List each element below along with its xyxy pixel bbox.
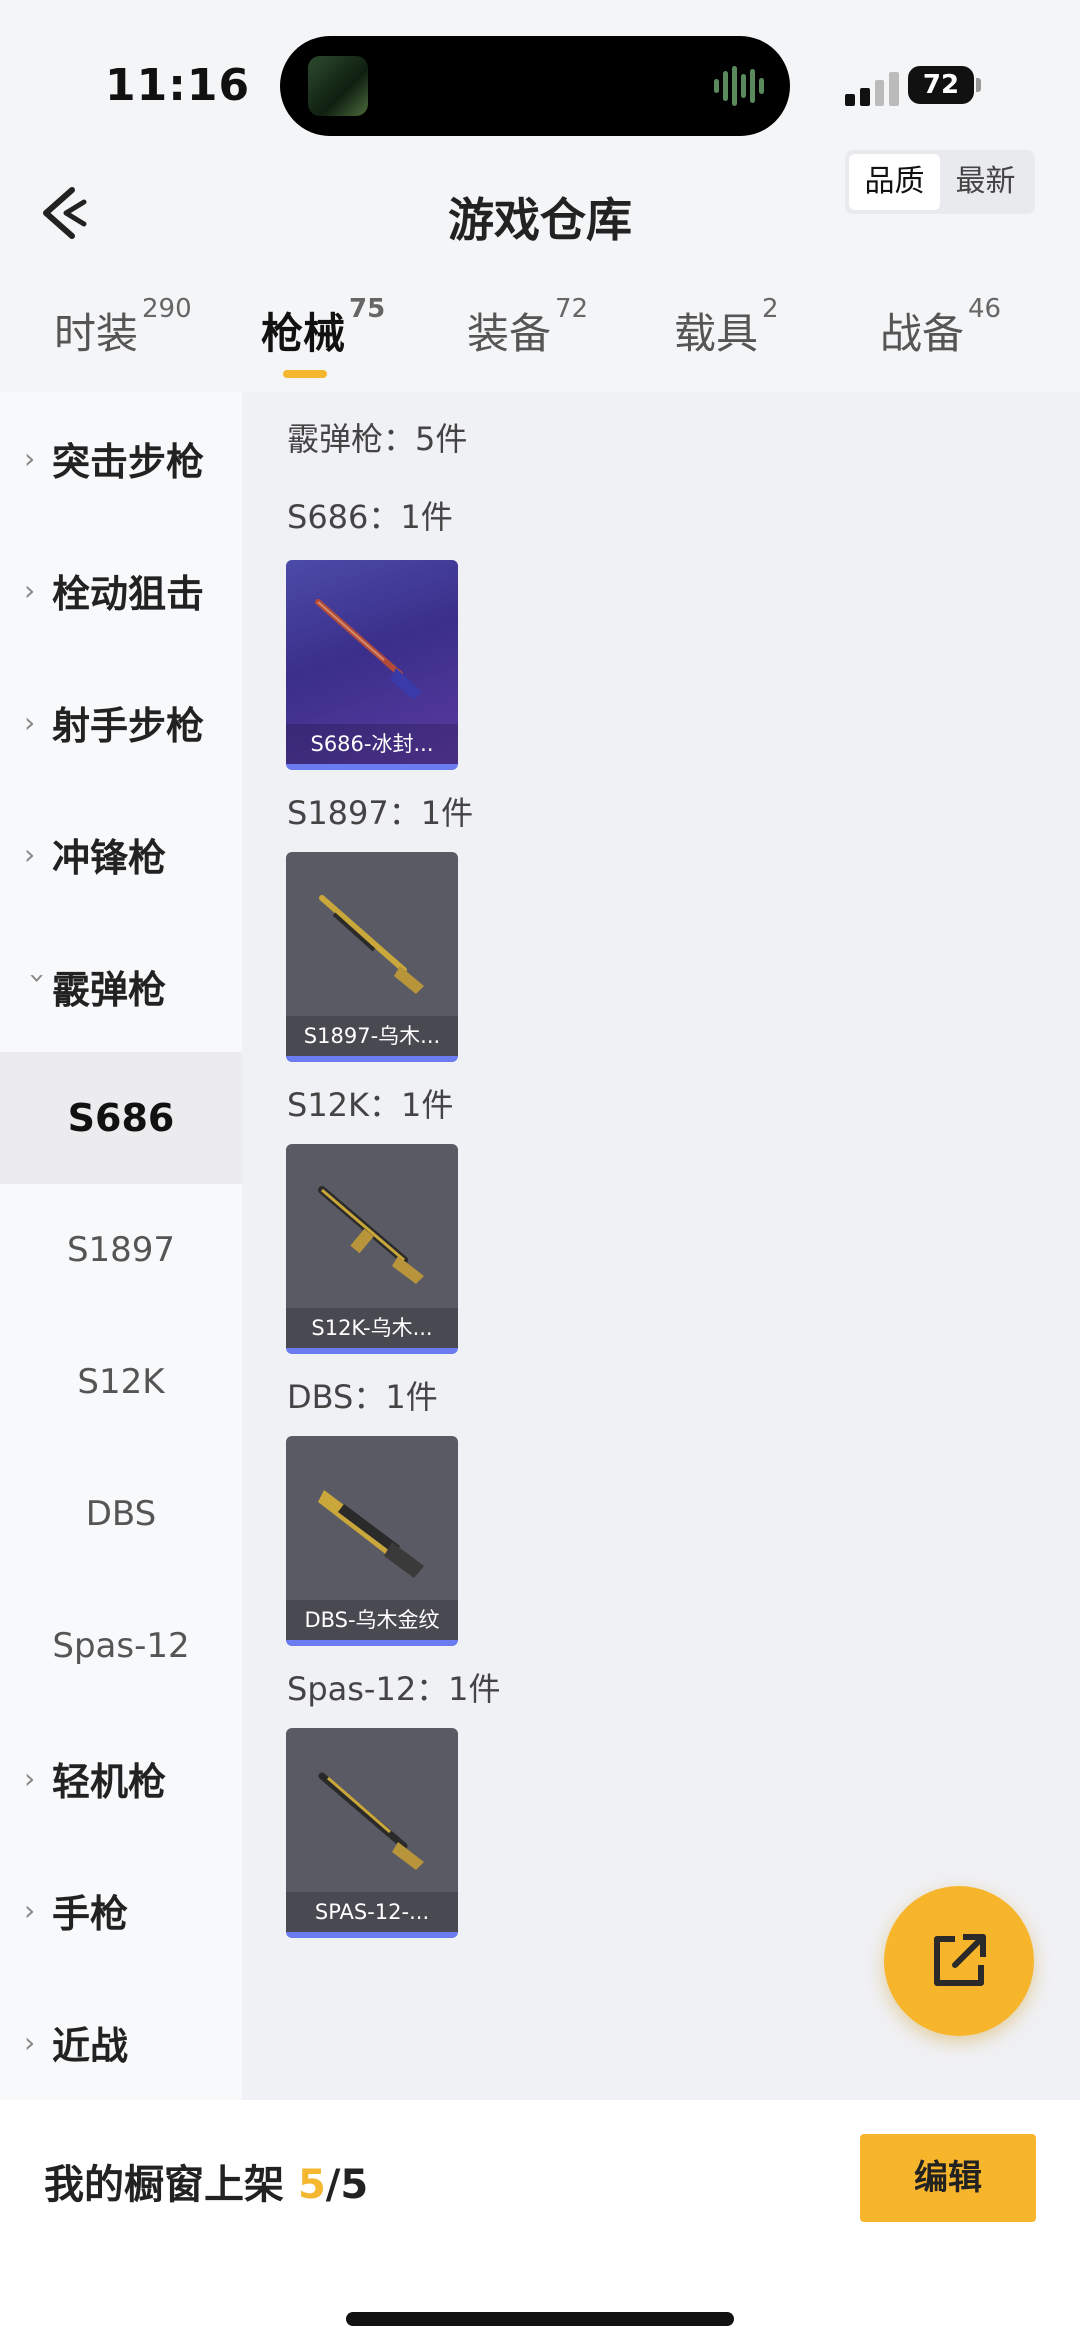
shotgun-image — [318, 1186, 424, 1284]
tab-combat-supplies[interactable]: 战备 46 — [880, 294, 1001, 361]
showcase-status: 我的橱窗上架 5/5 — [44, 2162, 369, 2208]
tab-fashion[interactable]: 时装 290 — [54, 294, 192, 361]
chevron-right-icon: › — [24, 705, 36, 739]
item-card-label: DBS-乌木金纹 — [286, 1600, 458, 1640]
item-card-s1897[interactable]: S1897-乌木... — [286, 852, 458, 1062]
audio-wave-icon — [714, 64, 768, 108]
item-card-dbs[interactable]: DBS-乌木金纹 — [286, 1436, 458, 1646]
category-sidebar: › 突击步枪 › 栓动狙击 › 射手步枪 › 冲锋枪 › 霰弹枪 S686 S1897 S… — [0, 392, 242, 2100]
sidebar-subitem-spas12[interactable]: Spas-12 — [0, 1580, 242, 1712]
status-time: 11:16 — [105, 60, 251, 111]
sort-toggle[interactable]: 品质 最新 — [845, 150, 1035, 214]
home-indicator[interactable] — [346, 2312, 734, 2326]
sidebar-item-melee[interactable]: › 近战 — [0, 1976, 242, 2108]
active-tab-indicator — [283, 370, 327, 378]
shotgun-image — [315, 599, 422, 700]
chevron-right-icon: › — [24, 1761, 36, 1795]
cellular-signal-icon — [845, 70, 899, 106]
chevron-right-icon: › — [24, 573, 36, 607]
chevron-right-icon: › — [24, 441, 36, 475]
share-external-icon — [934, 1934, 986, 1986]
chevron-right-icon: › — [24, 2025, 36, 2059]
item-card-label: SPAS-12-... — [286, 1892, 458, 1932]
sidebar-item-pistols[interactable]: › 手枪 — [0, 1844, 242, 1976]
item-list: 霰弹枪：5件 S686：1件 S686-冰封... S1897：1件 S1897… — [242, 392, 1080, 2100]
sidebar-subitem-s1897[interactable]: S1897 — [0, 1184, 242, 1316]
sort-option-quality[interactable]: 品质 — [849, 154, 940, 210]
tab-equipment[interactable]: 装备 72 — [467, 294, 588, 361]
category-summary: 霰弹枪：5件 — [287, 420, 468, 458]
sidebar-item-bolt-snipers[interactable]: › 栓动狙击 — [0, 524, 242, 656]
chevron-right-icon: › — [24, 837, 36, 871]
showcase-count: 5 — [297, 2162, 326, 2208]
sort-option-newest[interactable]: 最新 — [940, 154, 1031, 210]
item-card-label: S1897-乌木... — [286, 1016, 458, 1056]
showcase-bar: 我的橱窗上架 5/5 编辑 — [0, 2100, 1080, 2348]
battery-icon: 72 — [908, 66, 974, 104]
sidebar-item-lmgs[interactable]: › 轻机枪 — [0, 1712, 242, 1844]
shotgun-image — [318, 1490, 424, 1578]
tab-firearms[interactable]: 枪械 75 — [261, 294, 385, 361]
item-card-spas12[interactable]: SPAS-12-... — [286, 1728, 458, 1938]
chevron-down-icon: › — [21, 972, 55, 984]
dynamic-island[interactable] — [280, 36, 790, 136]
chevron-right-icon: › — [24, 1893, 36, 1927]
shotgun-image — [319, 895, 424, 994]
group-heading: Spas-12：1件 — [287, 1670, 501, 1708]
item-card-label: S686-冰封... — [286, 724, 458, 764]
item-card-label: S12K-乌木... — [286, 1308, 458, 1348]
now-playing-thumbnail — [308, 56, 368, 116]
sidebar-item-shotguns[interactable]: › 霰弹枪 — [0, 920, 242, 1052]
sidebar-subitem-s686[interactable]: S686 — [0, 1052, 242, 1184]
showcase-total: /5 — [325, 2162, 369, 2208]
category-tabs: 时装 290 枪械 75 装备 72 载具 2 战备 46 — [0, 290, 1080, 390]
tab-vehicles[interactable]: 载具 2 — [674, 294, 779, 361]
shotgun-image — [318, 1772, 424, 1870]
sidebar-item-assault-rifles[interactable]: › 突击步枪 — [0, 392, 242, 524]
group-heading: S1897：1件 — [287, 794, 474, 832]
item-card-s12k[interactable]: S12K-乌木... — [286, 1144, 458, 1354]
status-bar: 11:16 72 — [0, 0, 1080, 170]
sidebar-item-marksman-rifles[interactable]: › 射手步枪 — [0, 656, 242, 788]
edit-button[interactable]: 编辑 — [860, 2134, 1036, 2222]
group-heading: S686：1件 — [287, 498, 453, 536]
group-heading: DBS：1件 — [287, 1378, 438, 1416]
item-card-s686[interactable]: S686-冰封... — [286, 560, 458, 770]
sidebar-subitem-s12k[interactable]: S12K — [0, 1316, 242, 1448]
group-heading: S12K：1件 — [287, 1086, 454, 1124]
sidebar-subitem-dbs[interactable]: DBS — [0, 1448, 242, 1580]
battery-tip — [976, 78, 981, 92]
share-button[interactable] — [884, 1886, 1034, 2036]
sidebar-item-smgs[interactable]: › 冲锋枪 — [0, 788, 242, 920]
